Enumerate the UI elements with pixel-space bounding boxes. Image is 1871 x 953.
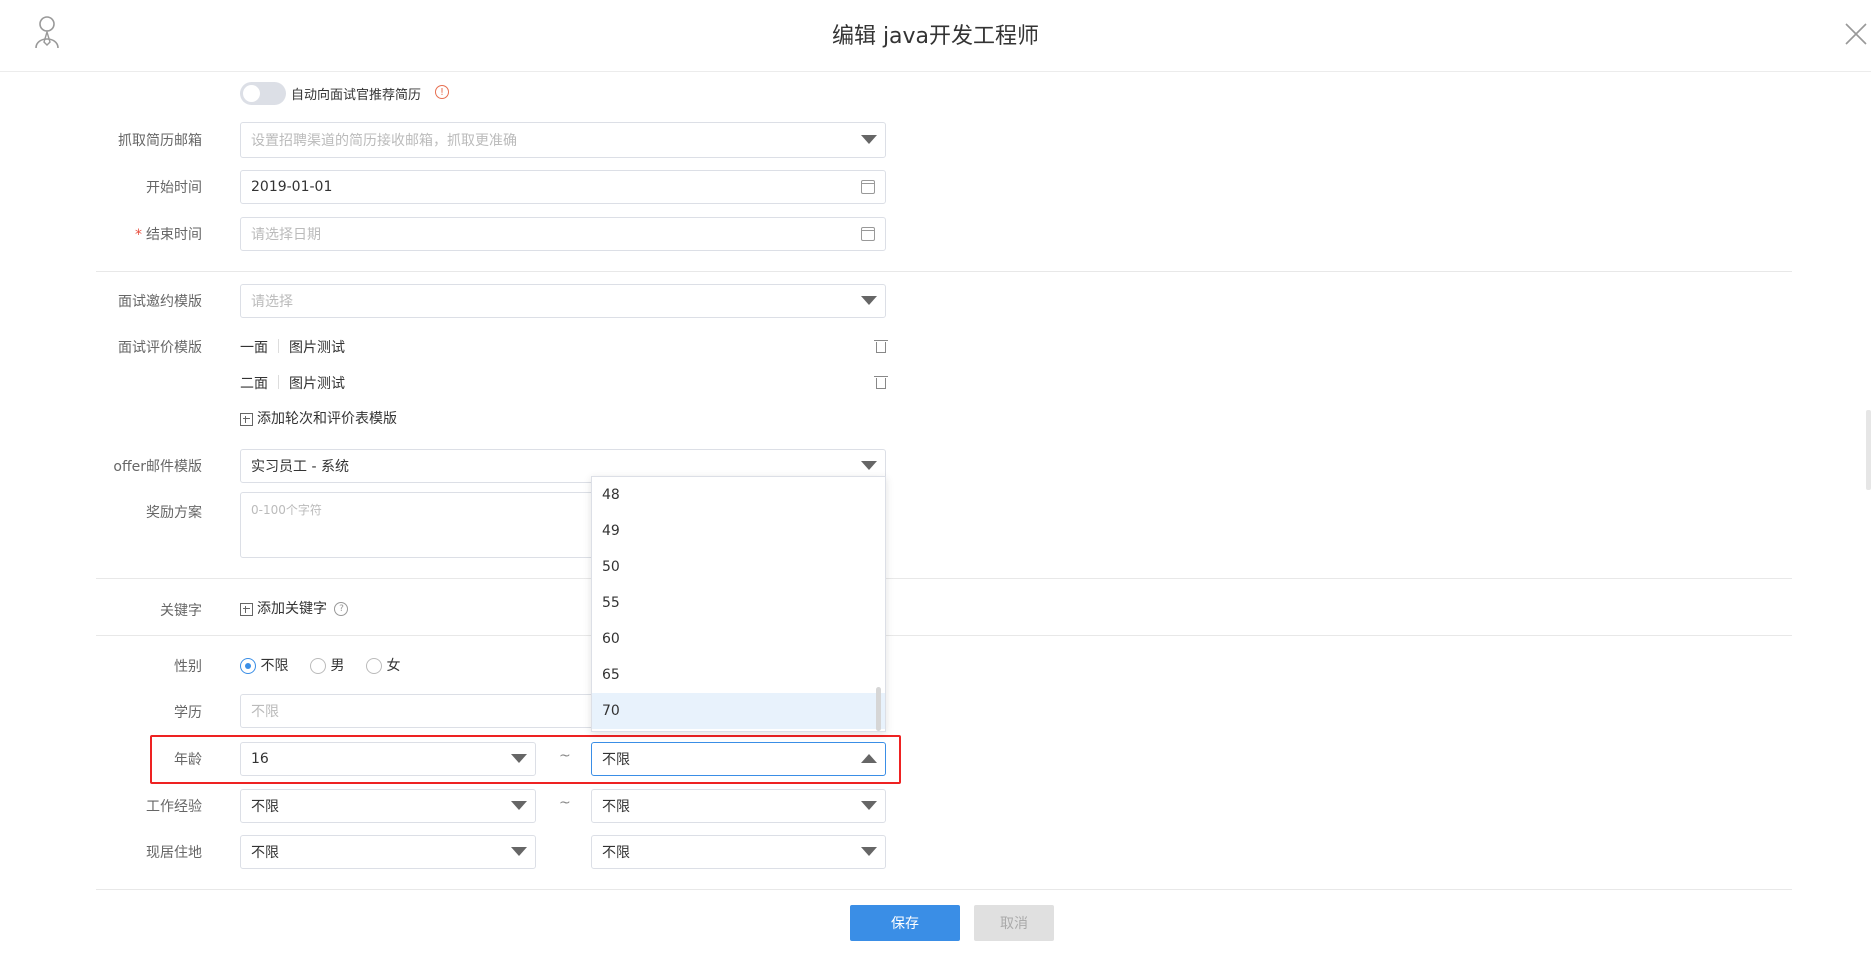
chevron-down-icon	[861, 135, 877, 144]
reward-label: 奖励方案	[146, 505, 202, 521]
eval-template-1[interactable]: 图片测试	[289, 337, 345, 357]
residence-city-select[interactable]: 不限	[591, 835, 886, 869]
highlight-box	[150, 735, 901, 784]
dropdown-option[interactable]: 65	[592, 657, 885, 693]
dropdown-option[interactable]: 50	[592, 549, 885, 585]
dropdown-scrollbar[interactable]	[876, 687, 881, 731]
radio-icon	[310, 658, 326, 674]
end-time-label-text: 结束时间	[146, 227, 202, 243]
gender-label: 性别	[174, 659, 202, 675]
section-divider	[96, 578, 1792, 579]
radio-icon	[366, 658, 382, 674]
dialog-title: 编辑 java开发工程师	[831, 24, 1040, 49]
eval-round-1: 一面	[240, 340, 268, 356]
radio-selected-icon	[240, 658, 256, 674]
close-icon[interactable]	[1844, 22, 1868, 46]
interview-invite-select[interactable]: 请选择	[240, 284, 886, 318]
dropdown-option-highlighted[interactable]: 70	[592, 693, 885, 729]
experience-max-select[interactable]: 不限	[591, 789, 886, 823]
add-icon	[240, 412, 253, 426]
section-divider	[96, 271, 1792, 272]
chevron-down-icon	[861, 296, 877, 305]
residence-label: 现居住地	[146, 845, 202, 861]
gender-option-female[interactable]: 女	[366, 655, 400, 675]
interview-invite-label: 面试邀约模版	[118, 294, 202, 310]
divider	[278, 375, 279, 389]
info-icon: !	[435, 85, 449, 99]
chevron-down-icon	[511, 801, 527, 810]
add-keyword-link[interactable]: 添加关键字 ?	[240, 598, 349, 618]
page-scrollbar[interactable]	[1866, 410, 1871, 490]
dropdown-option[interactable]: 49	[592, 513, 885, 549]
experience-label: 工作经验	[146, 799, 202, 815]
email-label: 抓取简历邮箱	[118, 133, 202, 149]
education-placeholder: 不限	[251, 704, 279, 720]
end-time-label: * 结束时间	[82, 224, 202, 244]
auto-recommend-label: 自动向面试官推荐简历	[291, 88, 422, 103]
chevron-down-icon	[861, 801, 877, 810]
interview-eval-label: 面试评价模版	[118, 340, 202, 356]
calendar-icon[interactable]	[861, 180, 875, 194]
chevron-down-icon	[511, 847, 527, 856]
gender-option-label: 男	[330, 658, 345, 674]
dropdown-option[interactable]: 48	[592, 477, 885, 513]
delete-icon[interactable]	[874, 340, 888, 353]
residence-province-value: 不限	[251, 845, 279, 861]
start-time-value: 2019-01-01	[251, 179, 333, 195]
email-select[interactable]: 设置招聘渠道的简历接收邮箱，抓取更准确	[240, 122, 886, 158]
required-marker: *	[135, 227, 142, 243]
save-button[interactable]: 保存	[850, 905, 960, 941]
offer-template-value: 实习员工 - 系统	[251, 459, 349, 475]
add-round-link[interactable]: 添加轮次和评价表模版	[240, 408, 397, 428]
add-icon	[240, 602, 253, 616]
add-keyword-label: 添加关键字	[257, 601, 327, 617]
chevron-down-icon	[861, 461, 877, 470]
education-label: 学历	[174, 705, 202, 721]
calendar-icon[interactable]	[861, 227, 875, 241]
section-divider	[96, 635, 1792, 636]
start-time-label: 开始时间	[146, 180, 202, 196]
dropdown-option[interactable]: 55	[592, 585, 885, 621]
interview-invite-placeholder: 请选择	[251, 294, 293, 310]
residence-city-value: 不限	[602, 845, 630, 861]
gender-option-label: 女	[386, 658, 401, 674]
help-icon[interactable]: ?	[334, 602, 349, 616]
gender-option-any[interactable]: 不限	[240, 655, 288, 675]
range-separator: ~	[559, 795, 571, 811]
auto-recommend-toggle[interactable]	[240, 82, 286, 105]
reward-placeholder: 0-100个字符	[251, 503, 322, 517]
start-time-input[interactable]: 2019-01-01	[240, 170, 886, 204]
offer-template-label: offer邮件模版	[113, 459, 202, 475]
chevron-down-icon	[861, 847, 877, 856]
experience-min-value: 不限	[251, 799, 279, 815]
cancel-button[interactable]: 取消	[974, 905, 1054, 941]
age-max-dropdown[interactable]: 48 49 50 55 60 65 70	[591, 476, 886, 732]
gender-option-male[interactable]: 男	[310, 655, 344, 675]
add-round-label: 添加轮次和评价表模版	[257, 411, 397, 427]
dialog-header: 编辑 java开发工程师	[0, 0, 1871, 72]
eval-template-2[interactable]: 图片测试	[289, 373, 345, 393]
email-placeholder: 设置招聘渠道的简历接收邮箱，抓取更准确	[251, 133, 517, 149]
eval-round-2: 二面	[240, 376, 268, 392]
delete-icon[interactable]	[874, 376, 888, 389]
divider	[278, 339, 279, 353]
experience-max-value: 不限	[602, 799, 630, 815]
end-time-placeholder: 请选择日期	[251, 227, 321, 243]
keyword-label: 关键字	[160, 603, 202, 619]
gender-option-label: 不限	[260, 658, 289, 674]
residence-province-select[interactable]: 不限	[240, 835, 536, 869]
dropdown-option[interactable]: 60	[592, 621, 885, 657]
footer-divider	[96, 889, 1792, 890]
end-time-input[interactable]: 请选择日期	[240, 217, 886, 251]
experience-min-select[interactable]: 不限	[240, 789, 536, 823]
